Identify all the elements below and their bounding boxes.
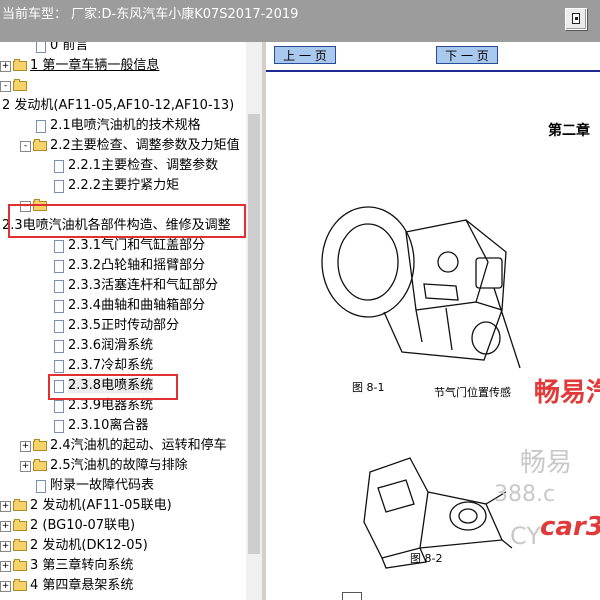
watermark-text: 388.c xyxy=(494,482,556,507)
window-title: 当前车型： 厂家:D-东风汽车小康K07S2017-2019 xyxy=(2,7,299,22)
tree-item-engine-af11-lianDian[interactable]: +2 发动机(AF11-05联电) xyxy=(0,496,172,516)
folder-icon xyxy=(13,539,27,551)
folder-icon xyxy=(33,439,47,451)
next-page-button[interactable]: 下 一 页 xyxy=(436,46,498,64)
figure-text-sensor: 节气门位置传感 xyxy=(434,386,511,399)
document-icon xyxy=(54,179,64,193)
expand-icon[interactable]: + xyxy=(20,440,31,452)
expand-icon[interactable]: + xyxy=(0,580,11,592)
expand-icon[interactable]: + xyxy=(0,560,11,572)
folder-icon xyxy=(13,519,27,531)
collapse-icon[interactable]: - xyxy=(20,140,31,152)
tree-item-2-4[interactable]: +2.4汽油机的起动、运转和停车 xyxy=(20,436,227,456)
tree-item-engine-af11[interactable]: 2 发动机(AF11-05,AF10-12,AF10-13) xyxy=(2,96,234,116)
tree-item-2-3-1[interactable]: 2.3.1气门和气缸盖部分 xyxy=(54,236,205,256)
tree-item-chapter1[interactable]: +1 第一章车辆一般信息 xyxy=(0,56,159,76)
document-icon xyxy=(54,399,64,413)
chapter-heading: 第二章 xyxy=(548,123,590,139)
tree-scrollbar-thumb[interactable] xyxy=(248,114,260,554)
tree-item-bg10[interactable]: +2 (BG10-07联电) xyxy=(0,516,135,536)
watermark-text: 畅易 xyxy=(520,448,573,478)
folder-icon xyxy=(33,139,47,151)
document-icon xyxy=(54,339,64,353)
figure-caption-8-1: 图 8-1 xyxy=(352,381,385,394)
expand-icon[interactable]: + xyxy=(20,460,31,472)
folder-icon xyxy=(13,499,27,511)
tree-item-2-3-2[interactable]: 2.3.2凸轮轴和摇臂部分 xyxy=(54,256,205,276)
watermark-text: CY xyxy=(510,522,541,550)
highlight-box-2-3-8 xyxy=(48,374,178,400)
tree-item-2-3-5[interactable]: 2.3.5正时传动部分 xyxy=(54,316,179,336)
watermark-logo: car3 xyxy=(540,512,600,542)
tree-item-2-2[interactable]: -2.2主要检查、调整参数及力矩值 xyxy=(20,136,240,156)
tree-item-2-3-3[interactable]: 2.3.3活塞连杆和气缸部分 xyxy=(54,276,218,296)
tree-item-2-5[interactable]: +2.5汽油机的故障与排除 xyxy=(20,456,188,476)
tree-item-2-1[interactable]: 2.1电喷汽油机的技术规格 xyxy=(36,116,201,136)
expand-icon[interactable]: + xyxy=(0,500,11,512)
document-icon xyxy=(36,479,46,493)
title-bar: 当前车型： 厂家:D-东风汽车小康K07S2017-2019 xyxy=(0,0,600,42)
tree-item-2-2-1[interactable]: 2.2.1主要检查、调整参数 xyxy=(54,156,218,176)
tree-item-appendix[interactable]: 附录一故障代码表 xyxy=(36,476,154,496)
tree-item-2-2-2[interactable]: 2.2.2主要拧紧力矩 xyxy=(54,176,179,196)
document-icon xyxy=(36,42,46,53)
document-viewer: 上 一 页 下 一 页 第二章 图 8-1 节气门位置传感 图 8-2 畅易汽 … xyxy=(266,42,600,600)
tree-item-chapter3[interactable]: +3 第三章转向系统 xyxy=(0,556,133,576)
tree-item-folder[interactable]: - xyxy=(0,76,30,96)
document-icon xyxy=(54,279,64,293)
folder-icon xyxy=(13,79,27,91)
document-icon xyxy=(54,319,64,333)
collapse-icon[interactable]: - xyxy=(0,80,11,92)
document-icon xyxy=(54,239,64,253)
throttle-body-figure xyxy=(321,206,521,369)
folder-icon xyxy=(13,59,27,71)
tree-item-chapter4[interactable]: +4 第四章悬架系统 xyxy=(0,576,133,596)
folder-icon xyxy=(33,459,47,471)
next-figure-part xyxy=(342,592,362,600)
tree-item-2-3-4[interactable]: 2.3.4曲轴和曲轴箱部分 xyxy=(54,296,205,316)
tree-item-engine-dk12[interactable]: +2 发动机(DK12-05) xyxy=(0,536,148,556)
tree-item-2-3-7[interactable]: 2.3.7冷却系统 xyxy=(54,356,153,376)
document-icon xyxy=(54,359,64,373)
document-icon xyxy=(54,299,64,313)
document-icon xyxy=(54,159,64,173)
page-nav-bar: 上 一 页 下 一 页 xyxy=(266,42,600,72)
tree-scrollbar[interactable] xyxy=(246,42,262,600)
expand-icon[interactable]: + xyxy=(0,520,11,532)
prev-page-button[interactable]: 上 一 页 xyxy=(274,46,336,64)
folder-icon xyxy=(13,559,27,571)
watermark-text: 畅易汽 xyxy=(534,378,600,408)
chapter-tree[interactable]: 0 前言 +1 第一章车辆一般信息 - 2 发动机(AF11-05,AF10-1… xyxy=(0,42,262,600)
expand-icon[interactable]: + xyxy=(0,540,11,552)
tree-item-2-3-6[interactable]: 2.3.6润滑系统 xyxy=(54,336,153,356)
document-icon xyxy=(36,119,46,133)
figure-caption-8-2: 图 8-2 xyxy=(410,552,443,565)
document-icon xyxy=(54,259,64,273)
corner-button[interactable] xyxy=(565,8,587,30)
window-icon xyxy=(572,13,580,24)
document-icon xyxy=(54,419,64,433)
expand-icon[interactable]: + xyxy=(0,60,11,72)
tree-item-preface[interactable]: 0 前言 xyxy=(0,42,88,56)
highlight-box-2-3 xyxy=(8,204,246,238)
tree-item-2-3-10[interactable]: 2.3.10离合器 xyxy=(54,416,148,436)
folder-icon xyxy=(13,579,27,591)
